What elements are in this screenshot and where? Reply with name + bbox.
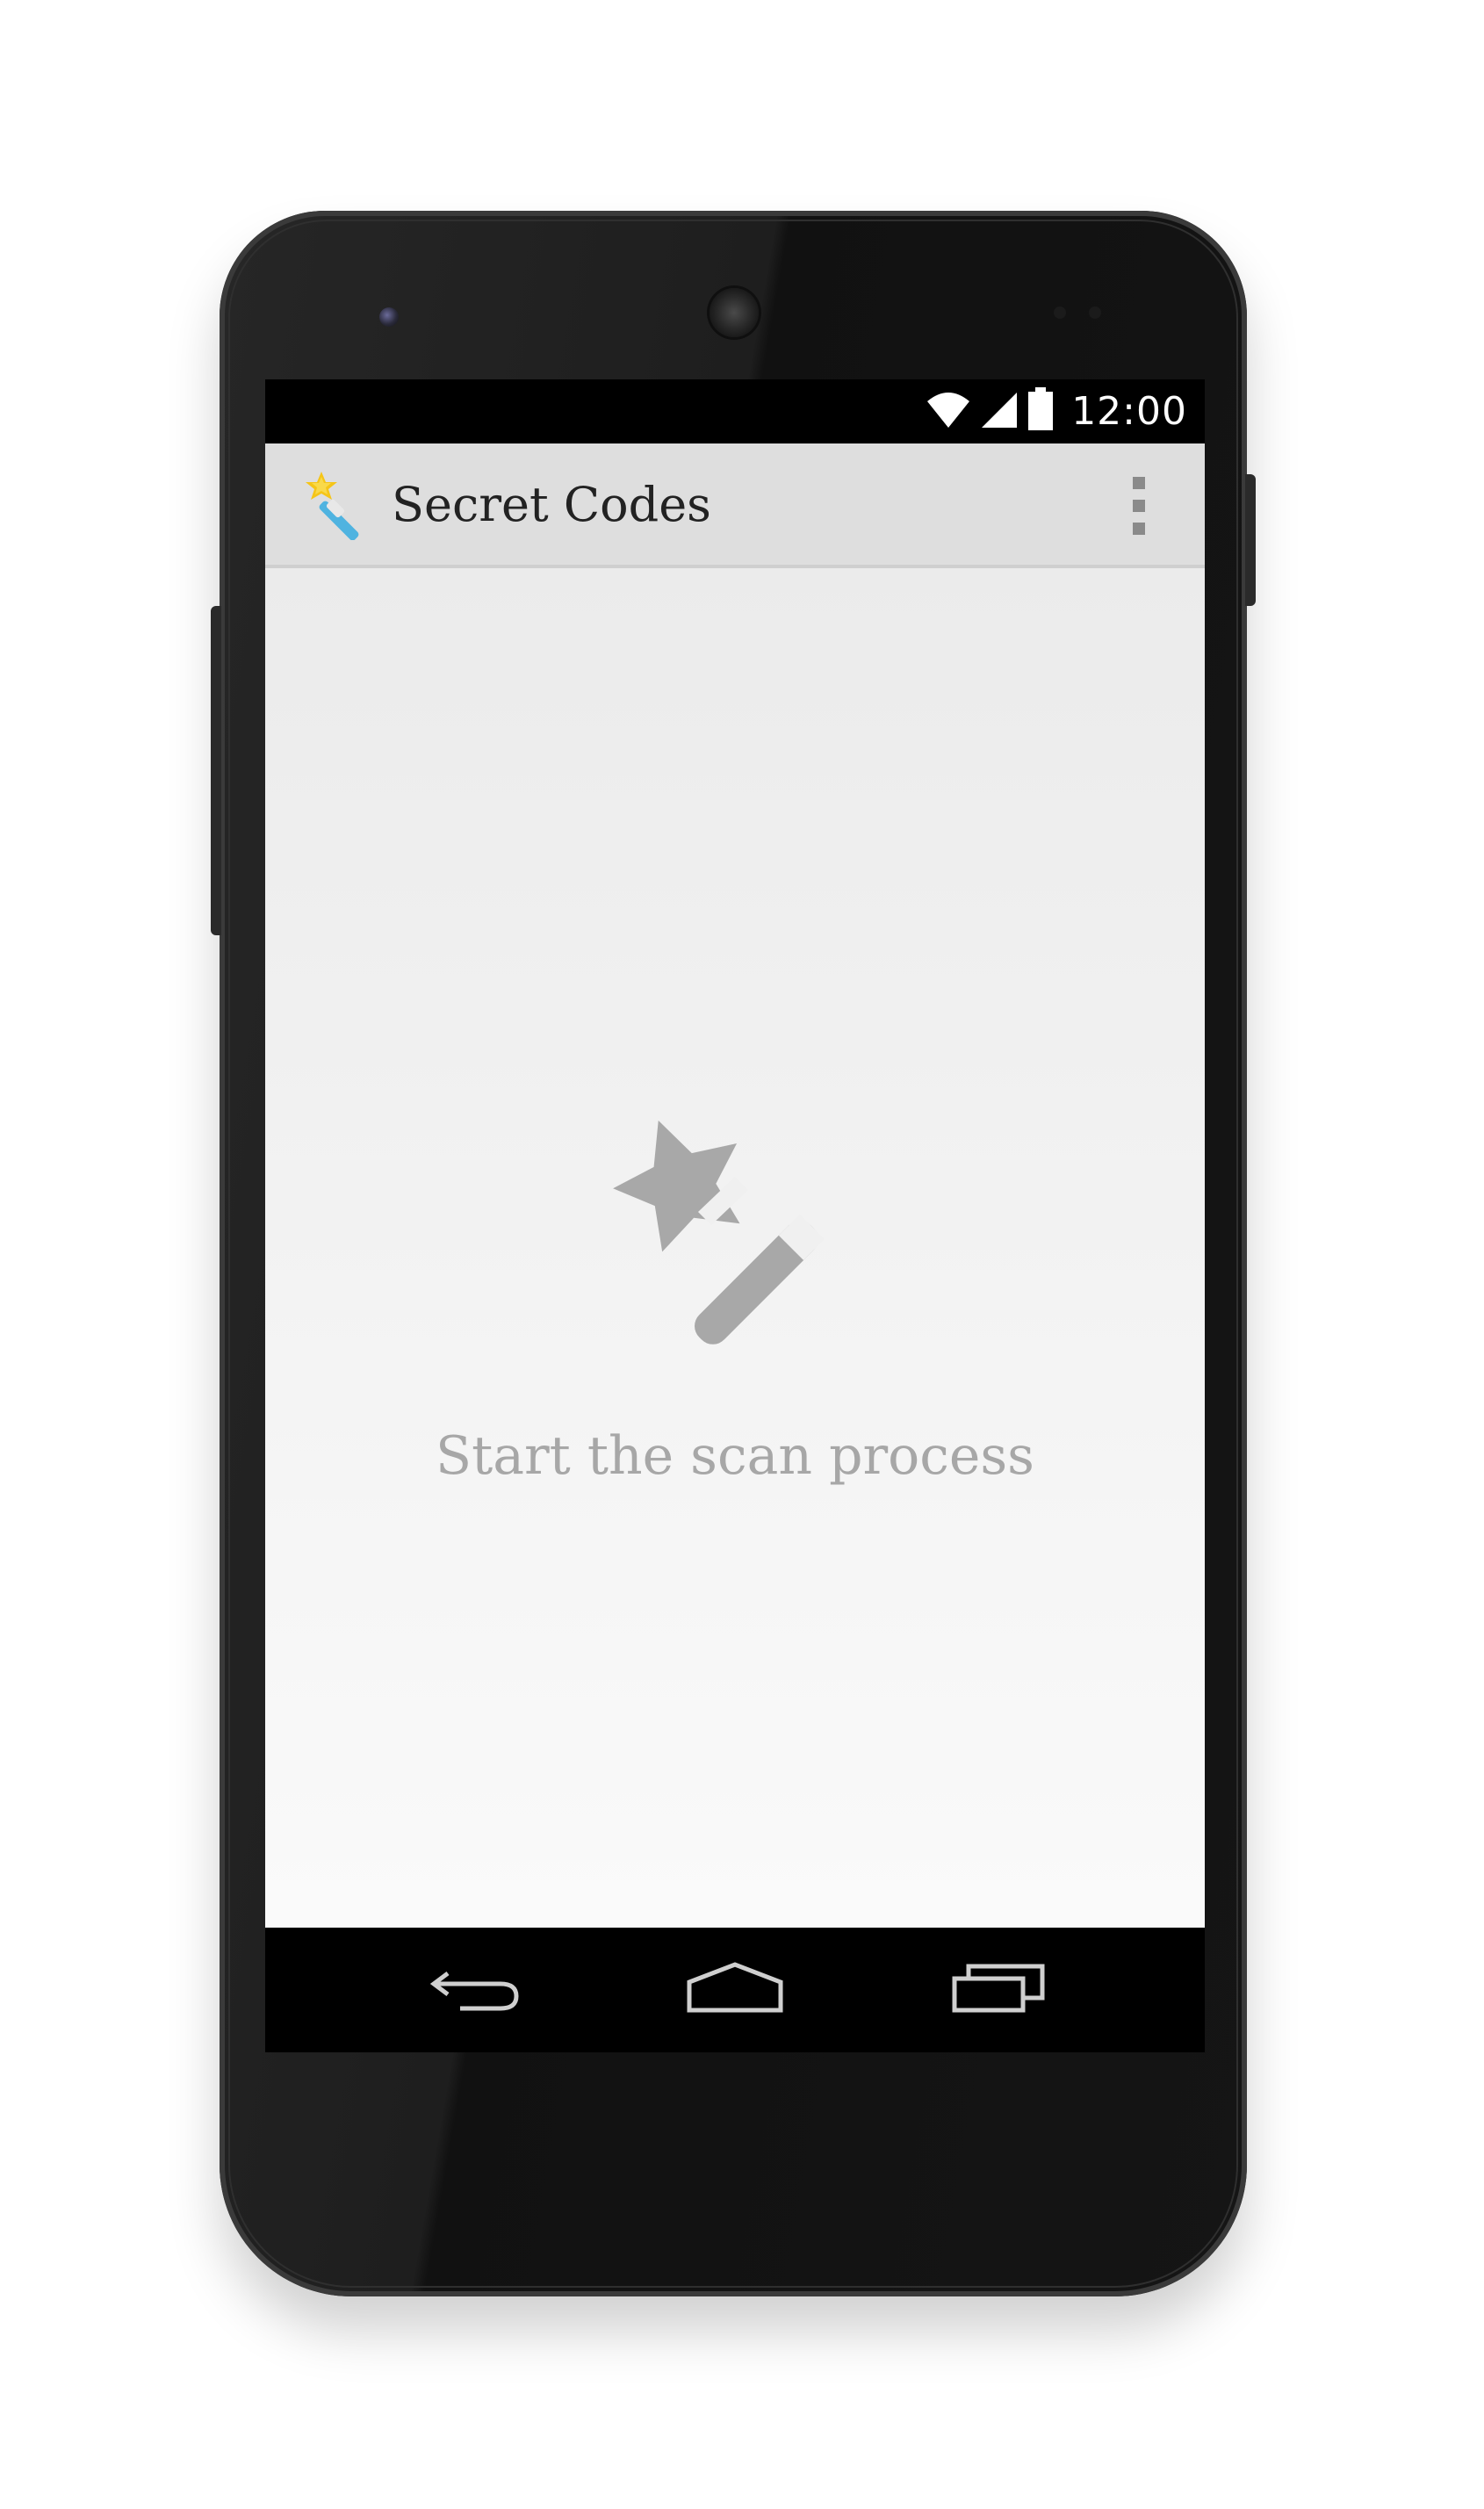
light-sensor [1089,306,1101,319]
overflow-menu-icon[interactable] [1126,477,1152,535]
app-title: Secret Codes [392,477,711,532]
recents-icon [951,1961,1046,2017]
navigation-bar [265,1928,1205,2052]
back-icon [429,1961,522,2017]
magic-wand-icon [603,1108,867,1372]
home-icon [686,1961,784,2017]
recents-button[interactable] [946,1954,1051,2024]
status-time: 12:00 [1071,388,1187,434]
status-icons: 12:00 [926,386,1187,436]
home-button[interactable] [682,1954,788,2024]
power-button [1245,474,1256,606]
signal-icon [980,389,1019,433]
battery-icon [1027,387,1054,435]
main-content: Start the scan process [265,568,1205,1928]
action-bar: Secret Codes [265,443,1205,568]
wifi-icon [926,389,971,433]
phone-screen: 12:00 Secret Codes Start the scan proces… [265,379,1205,2052]
front-camera [379,307,399,327]
proximity-sensor [1054,306,1066,319]
magic-wand-icon[interactable] [304,470,374,541]
volume-button [211,606,221,935]
status-bar: 12:00 [265,379,1205,443]
empty-state-message: Start the scan process [436,1425,1034,1487]
back-button[interactable] [423,1954,529,2024]
earpiece-speaker [710,288,759,337]
